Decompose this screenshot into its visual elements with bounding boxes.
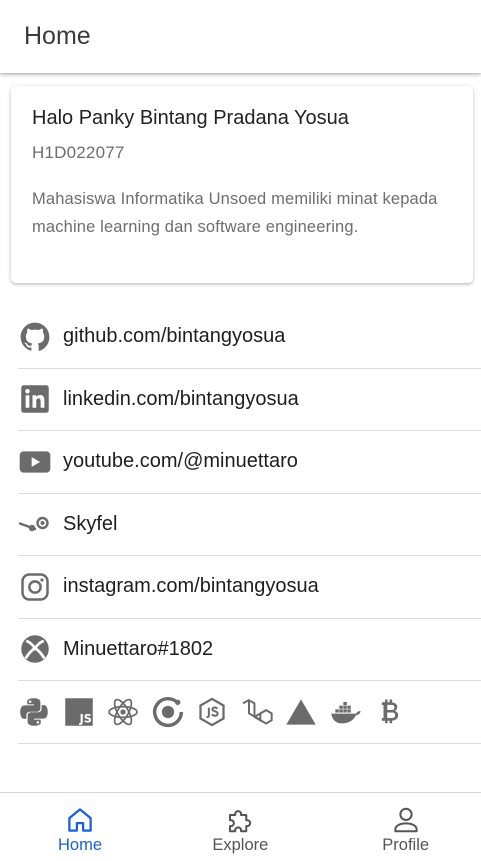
profile-card: Halo Panky Bintang Pradana Yosua H1D0220… [11, 86, 473, 283]
bitcoin-icon[interactable] [374, 696, 406, 728]
vercel-icon[interactable] [285, 696, 317, 728]
nav-label: Explore [212, 836, 269, 854]
nodejs-icon[interactable] [196, 696, 228, 728]
javascript-icon[interactable]: JS [63, 696, 95, 728]
home-icon [65, 805, 95, 835]
docker-icon[interactable] [330, 696, 362, 728]
link-item-github[interactable]: github.com/bintangyosua [18, 306, 481, 369]
laravel-icon[interactable] [241, 696, 273, 728]
nav-item-home[interactable]: Home [0, 793, 160, 861]
puzzle-icon [225, 805, 255, 835]
page-title: Home [24, 22, 91, 50]
link-item-steam[interactable]: Skyfel [18, 494, 481, 556]
react-icon[interactable] [107, 696, 139, 728]
link-label: github.com/bintangyosua [63, 325, 286, 348]
profile-bio: Mahasiswa Informatika Unsoed memiliki mi… [32, 190, 438, 236]
link-label: Skyfel [63, 512, 118, 535]
link-item-youtube[interactable]: youtube.com/@minuettaro [18, 431, 481, 494]
student-id: H1D022077 [32, 143, 125, 162]
link-label: instagram.com/bintangyosua [63, 575, 319, 598]
person-icon [391, 805, 421, 835]
bottom-navigation: Home Explore Profile [0, 792, 481, 861]
link-label: youtube.com/@minuettaro [63, 450, 298, 473]
svg-text:JS: JS [78, 712, 91, 725]
link-item-linkedin[interactable]: linkedin.com/bintangyosua [18, 369, 481, 431]
github-icon [18, 320, 51, 353]
link-label: linkedin.com/bintangyosua [63, 387, 299, 410]
nav-item-profile[interactable]: Profile [321, 793, 481, 861]
nav-label: Profile [382, 836, 430, 854]
link-item-xbox[interactable]: Minuettaro#1802 [18, 619, 481, 681]
profile-greeting: Halo Panky Bintang Pradana Yosua [32, 107, 349, 129]
app-header: Home [0, 0, 481, 73]
tech-stack-row: JS [18, 681, 481, 744]
python-icon[interactable] [18, 696, 50, 728]
nav-item-explore[interactable]: Explore [160, 793, 320, 861]
social-links-list: github.com/bintangyosua linkedin.com/bin… [18, 306, 481, 744]
nav-label: Home [57, 836, 102, 854]
linkedin-icon [18, 383, 51, 416]
steam-icon [18, 508, 51, 541]
xbox-icon [18, 633, 51, 666]
ionic-icon[interactable] [152, 696, 184, 728]
link-label: Minuettaro#1802 [63, 637, 214, 660]
youtube-icon [18, 445, 51, 478]
link-item-instagram[interactable]: instagram.com/bintangyosua [18, 556, 481, 619]
instagram-icon [18, 570, 51, 603]
